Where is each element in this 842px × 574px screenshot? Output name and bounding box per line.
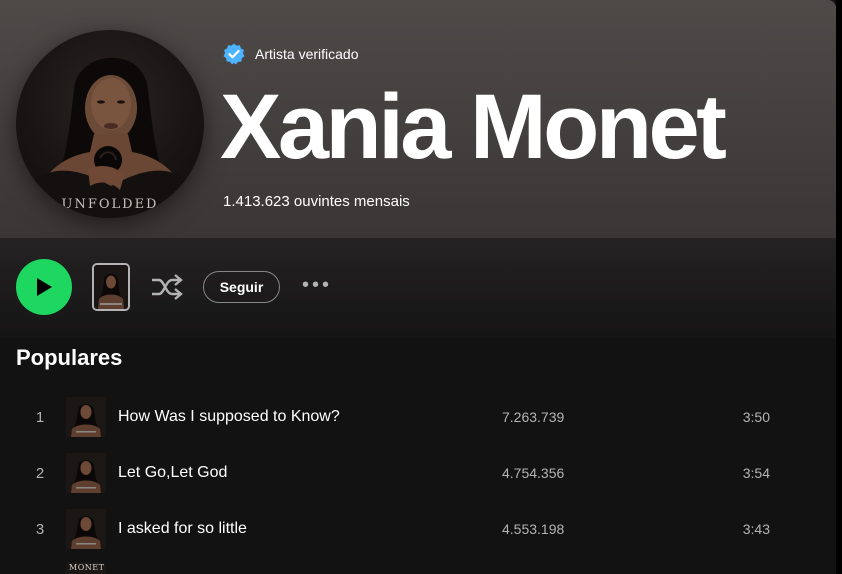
monthly-listeners: 1.413.623 ouvintes mensais bbox=[223, 193, 410, 210]
track-row[interactable]: 1 How Was I supposed to Know? 7.263.739 … bbox=[0, 389, 836, 445]
cover-art-icon bbox=[66, 509, 106, 549]
artist-header: UNFOLDED Artista verificado Xania Monet … bbox=[0, 0, 836, 238]
next-track-cover-partial: MONET bbox=[66, 562, 106, 574]
track-title[interactable]: How Was I supposed to Know? bbox=[118, 408, 340, 426]
popular-section-title: Populares bbox=[16, 345, 123, 370]
popular-track-list: 1 How Was I supposed to Know? 7.263.739 … bbox=[0, 389, 836, 557]
track-duration: 3:43 bbox=[742, 521, 770, 537]
artist-portrait-image bbox=[28, 57, 192, 218]
shuffle-button[interactable] bbox=[150, 272, 184, 302]
track-play-count: 4.754.356 bbox=[502, 465, 565, 481]
track-duration: 3:54 bbox=[742, 465, 770, 481]
track-number: 1 bbox=[35, 409, 45, 426]
cover-art-icon bbox=[66, 397, 106, 437]
shuffle-icon bbox=[152, 274, 183, 300]
artist-pick-cover[interactable] bbox=[92, 263, 130, 311]
follow-button[interactable]: Seguir bbox=[203, 271, 280, 303]
next-cover-text: MONET bbox=[69, 563, 105, 572]
track-row[interactable]: 2 Let Go,Let God 4.754.356 3:54 bbox=[0, 445, 836, 501]
artist-name: Xania Monet bbox=[220, 76, 727, 178]
artist-page: UNFOLDED Artista verificado Xania Monet … bbox=[0, 0, 836, 574]
track-title[interactable]: I asked for so little bbox=[118, 520, 247, 538]
window-edge bbox=[836, 0, 842, 574]
play-button[interactable] bbox=[16, 259, 72, 315]
track-row[interactable]: 3 I asked for so little 4.553.198 3:43 bbox=[0, 501, 836, 557]
cover-art-icon bbox=[66, 453, 106, 493]
track-title[interactable]: Let Go,Let God bbox=[118, 464, 227, 482]
artist-avatar: UNFOLDED bbox=[16, 30, 204, 218]
track-play-count: 4.553.198 bbox=[502, 521, 565, 537]
track-cover-image bbox=[66, 397, 106, 437]
track-number: 3 bbox=[35, 521, 45, 538]
play-icon bbox=[37, 278, 52, 296]
track-cover-image bbox=[66, 453, 106, 493]
cover-thumbnail-image bbox=[94, 265, 128, 309]
track-play-count: 7.263.739 bbox=[502, 409, 565, 425]
album-cover-caption: UNFOLDED bbox=[61, 197, 159, 212]
more-options-button[interactable]: ••• bbox=[302, 275, 332, 296]
verified-label: Artista verificado bbox=[255, 46, 359, 62]
track-number: 2 bbox=[35, 465, 45, 482]
action-bar: Seguir ••• bbox=[0, 238, 836, 338]
track-cover-image bbox=[66, 509, 106, 549]
track-duration: 3:50 bbox=[742, 409, 770, 425]
